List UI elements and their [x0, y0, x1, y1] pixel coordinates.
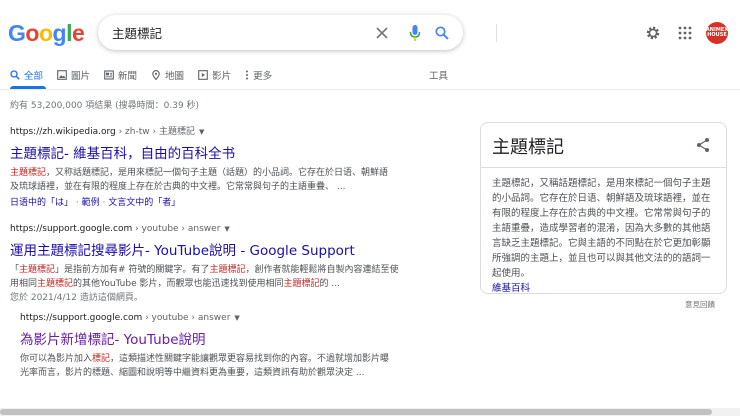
search-box[interactable]: [98, 15, 497, 50]
result-title-link[interactable]: 主題標記- 維基百科，自由的百科全书: [10, 142, 470, 162]
search-tabs: 全部 圖片 新聞 地圖 影片 更多: [10, 66, 286, 88]
chevron-down-icon[interactable]: ▼: [234, 314, 239, 322]
microphone-icon[interactable]: [405, 23, 425, 43]
search-icon: [10, 70, 20, 80]
scrollbar-thumb[interactable]: [0, 409, 712, 415]
map-pin-icon: [151, 70, 161, 80]
result-title-link[interactable]: 為影片新增標記- YouTube說明: [20, 328, 470, 348]
visited-note: 您於 2021/4/12 造訪這個網頁。: [10, 293, 143, 303]
result-snippet: 主題標記，又称話題標記，是用來標記一個句子主題（話題）的小品詞。它存在於日语、朝…: [10, 168, 389, 192]
tools-button[interactable]: 工具: [429, 68, 448, 82]
divider: [481, 167, 726, 168]
feedback-link[interactable]: 意見回饋: [685, 299, 715, 310]
sitelink[interactable]: 範例: [82, 198, 100, 208]
google-logo[interactable]: Google: [8, 20, 85, 47]
result-url[interactable]: https://zh.wikipedia.org › zh-tw › 主題標記 ▼: [10, 124, 470, 137]
knowledge-panel-description: 主題標記，又稱話題標記，是用來標記一個句子主題的小品詞。它存在於日语、朝鮮語及琉…: [492, 178, 711, 294]
clear-icon[interactable]: [372, 23, 392, 43]
divider: [0, 89, 740, 90]
wikipedia-source-link[interactable]: 維基百科: [492, 283, 530, 294]
tab-more[interactable]: 更多: [245, 66, 272, 84]
search-result: https://support.google.com › youtube › a…: [20, 313, 470, 380]
image-icon: [57, 70, 67, 80]
result-snippet: 你可以為影片加入標記，這類描述性關鍵字能讓觀眾更容易找到你的內容。不過就增加影片…: [20, 354, 390, 378]
chevron-down-icon[interactable]: ▼: [224, 225, 229, 233]
result-url[interactable]: https://support.google.com › youtube › a…: [10, 224, 470, 234]
tab-all[interactable]: 全部: [10, 66, 43, 84]
news-icon: [104, 70, 114, 80]
play-icon: [198, 70, 208, 80]
share-icon[interactable]: [695, 137, 711, 153]
account-avatar[interactable]: ANIMEX HOUSE: [706, 22, 728, 44]
result-stats: 約有 53,200,000 項結果 (搜尋時間：0.39 秒): [10, 101, 200, 111]
tab-news[interactable]: 新聞: [104, 66, 137, 84]
tab-images[interactable]: 圖片: [57, 66, 90, 84]
sitelink[interactable]: 日语中的「は」: [10, 198, 73, 208]
knowledge-panel: 主題標記 主題標記，又稱話題標記，是用來標記一個句子主題的小品詞。它存在於日语、…: [480, 122, 727, 294]
search-result: https://support.google.com › youtube › a…: [10, 224, 470, 305]
search-result: https://zh.wikipedia.org › zh-tw › 主題標記 ▼…: [10, 124, 470, 208]
chevron-down-icon[interactable]: ▼: [199, 128, 204, 136]
tab-maps[interactable]: 地圖: [151, 66, 184, 84]
apps-grid-icon[interactable]: [676, 24, 694, 42]
tab-videos[interactable]: 影片: [198, 66, 231, 84]
result-snippet: 「主題標記」是指前方加有# 符號的關鍵字。有了主題標記，創作者就能輕鬆將自製內容…: [10, 265, 399, 303]
settings-gear-icon[interactable]: [644, 24, 662, 42]
search-icon[interactable]: [432, 23, 452, 43]
more-vert-icon: [245, 70, 249, 80]
divider: [496, 24, 497, 42]
search-input[interactable]: [112, 23, 362, 41]
sitelink[interactable]: 文言文中的「者」: [108, 198, 180, 208]
knowledge-panel-title: 主題標記: [492, 137, 564, 158]
result-sitelinks: 日语中的「は」 · 範例 · 文言文中的「者」: [10, 198, 181, 208]
result-url[interactable]: https://support.google.com › youtube › a…: [20, 313, 470, 323]
result-title-link[interactable]: 運用主題標記搜尋影片- YouTube說明 - Google Support: [10, 239, 470, 259]
